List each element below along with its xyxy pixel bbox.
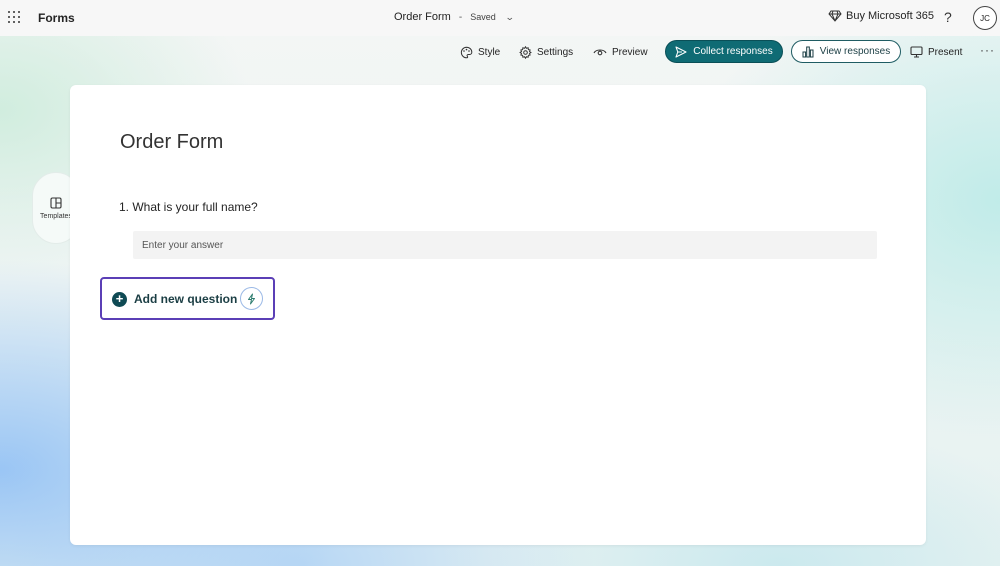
plus-circle-icon: + bbox=[112, 292, 127, 307]
palette-icon bbox=[460, 46, 473, 58]
preview-label: Preview bbox=[612, 46, 648, 58]
form-card: Order Form 1. What is your full name? En… bbox=[70, 85, 926, 545]
save-status: Saved bbox=[470, 12, 496, 22]
monitor-icon bbox=[910, 46, 923, 58]
add-new-question-button[interactable]: + Add new question bbox=[100, 277, 275, 320]
add-new-question-label: Add new question bbox=[134, 292, 238, 306]
present-label: Present bbox=[928, 46, 963, 58]
help-icon[interactable]: ? bbox=[944, 9, 952, 25]
style-label: Style bbox=[478, 46, 501, 58]
chevron-down-icon[interactable]: ⌄ bbox=[505, 12, 515, 23]
present-button[interactable]: Present bbox=[910, 44, 962, 60]
question-title[interactable]: 1. What is your full name? bbox=[119, 200, 258, 214]
app-launcher-icon[interactable] bbox=[8, 11, 20, 23]
diamond-icon bbox=[828, 10, 842, 22]
preview-button[interactable]: Preview bbox=[593, 44, 648, 60]
view-responses-label: View responses bbox=[819, 46, 891, 57]
document-title-area[interactable]: Order Form - Saved ⌄ bbox=[394, 11, 515, 23]
collect-responses-label: Collect responses bbox=[693, 46, 773, 57]
app-name[interactable]: Forms bbox=[38, 11, 75, 25]
answer-input[interactable]: Enter your answer bbox=[133, 231, 877, 259]
eye-icon bbox=[593, 49, 607, 56]
form-title[interactable]: Order Form bbox=[120, 131, 223, 154]
avatar[interactable]: JC bbox=[973, 6, 997, 30]
copilot-sparkle-icon[interactable] bbox=[240, 287, 263, 310]
buy-microsoft-365-button[interactable]: Buy Microsoft 365 bbox=[828, 10, 934, 22]
bar-chart-icon bbox=[802, 46, 814, 57]
templates-label: Templates bbox=[40, 212, 72, 220]
templates-icon bbox=[50, 196, 62, 209]
title-separator: - bbox=[458, 11, 463, 23]
send-icon bbox=[675, 45, 687, 58]
buy-label: Buy Microsoft 365 bbox=[846, 10, 935, 22]
gear-icon bbox=[519, 45, 532, 59]
document-title: Order Form bbox=[394, 11, 451, 23]
view-responses-button[interactable]: View responses bbox=[791, 40, 901, 63]
settings-button[interactable]: Settings bbox=[519, 44, 573, 60]
more-options-icon[interactable]: ··· bbox=[980, 43, 995, 57]
style-button[interactable]: Style bbox=[460, 44, 500, 60]
collect-responses-button[interactable]: Collect responses bbox=[665, 40, 783, 63]
settings-label: Settings bbox=[537, 46, 574, 58]
top-bar: Forms Order Form - Saved ⌄ Buy Microsoft… bbox=[0, 0, 1000, 36]
